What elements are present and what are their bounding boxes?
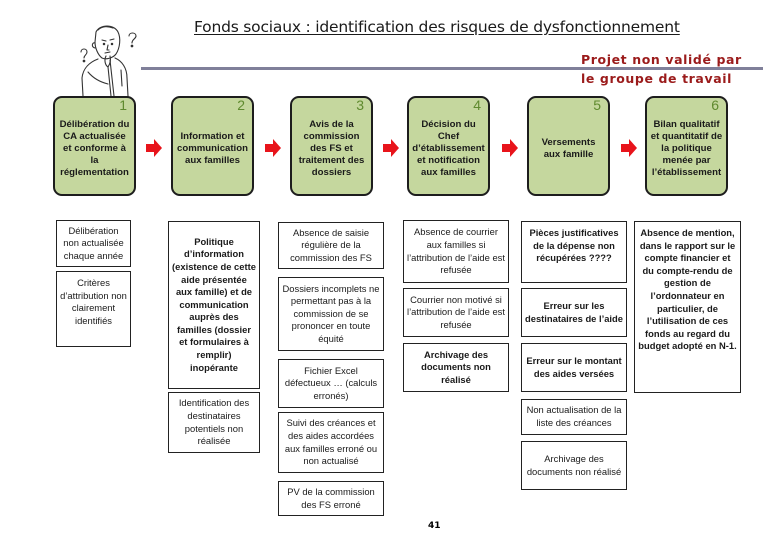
risk-text: Erreur sur le montant des aides versées	[526, 354, 622, 379]
step-label: Versements aux famille	[541, 137, 596, 160]
process-step-6: 6 Bilan qualitatif et quantitatif de la …	[645, 96, 728, 196]
risk-box: Erreur sur les destinataires de l’aide	[521, 288, 627, 337]
draft-stamp: Projet non validé par le groupe de trava…	[581, 50, 742, 88]
risk-text: Dossiers incomplets ne permettant pas à …	[282, 282, 380, 344]
risk-text: Délibération non actualisée chaque année	[63, 224, 124, 261]
page-number: 41	[428, 521, 441, 531]
risk-box: Absence de courrier aux familles si l’at…	[403, 220, 509, 283]
risk-box: Politique d’information (existence de ce…	[168, 221, 260, 389]
risk-text: Archivage des documents non réalisé	[421, 348, 491, 385]
thinking-person-icon	[80, 25, 137, 97]
risk-text: Absence de saisie régulière de la commis…	[290, 226, 372, 263]
red-right-arrow-icon	[621, 139, 637, 157]
risk-text: Pièces justificatives de la dépense non …	[529, 227, 619, 264]
risk-box: Identification des destinataires potenti…	[168, 392, 260, 453]
process-step-2: 2 Information et communication aux famil…	[171, 96, 254, 196]
red-right-arrow-icon	[146, 139, 162, 157]
draft-stamp-line-2: le groupe de travail	[581, 71, 732, 86]
risk-text: Courrier non motivé si l’attribution de …	[407, 293, 505, 330]
red-right-arrow-icon	[265, 139, 281, 157]
step-number: 5	[593, 97, 601, 113]
process-step-5: 5 Versements aux famille	[527, 96, 610, 196]
risk-text: Erreur sur les destinataires de l’aide	[525, 299, 623, 324]
risk-box: Fichier Excel défectueux … (calculs erro…	[278, 359, 384, 408]
step-number: 4	[473, 97, 481, 113]
step-label: Délibération du CA actualisée et conform…	[59, 119, 130, 178]
red-right-arrow-icon	[502, 139, 518, 157]
risk-box: PV de la commission des FS erroné	[278, 481, 384, 516]
process-step-4: 4 Décision du Chef d’établissement et no…	[407, 96, 490, 196]
risk-text: Critères d’attribution non clairement id…	[60, 277, 127, 326]
risk-box: Critères d’attribution non clairement id…	[56, 271, 131, 347]
risk-text: Absence de mention, dans le rapport sur …	[638, 227, 737, 352]
step-number: 3	[356, 97, 364, 113]
risk-box: Dossiers incomplets ne permettant pas à …	[278, 277, 384, 351]
risk-text: Fichier Excel défectueux … (calculs erro…	[284, 364, 378, 401]
step-number: 2	[237, 97, 245, 113]
risk-box: Archivage des documents non réalisé	[521, 441, 627, 490]
risk-text: Identification des destinataires potenti…	[178, 397, 250, 447]
risk-box: Non actualisation de la liste des créanc…	[521, 399, 627, 435]
step-label: Information et communication aux famille…	[177, 131, 248, 166]
step-label: Décision du Chef d’établissement et noti…	[412, 119, 485, 178]
risk-box: Suivi des créances et des aides accordée…	[278, 412, 384, 473]
risk-box: Courrier non motivé si l’attribution de …	[403, 288, 509, 337]
risk-text: Non actualisation de la liste des créanc…	[526, 404, 622, 428]
step-number: 1	[119, 97, 127, 113]
step-label: Bilan qualitatif et quantitatif de la po…	[650, 119, 723, 178]
risk-text: Suivi des créances et des aides accordée…	[284, 417, 378, 467]
risk-text: Politique d’information (existence de ce…	[172, 235, 256, 373]
risk-box: Délibération non actualisée chaque année	[56, 220, 131, 267]
risk-box: Pièces justificatives de la dépense non …	[521, 221, 627, 283]
risk-box: Absence de mention, dans le rapport sur …	[634, 221, 741, 393]
process-step-3: 3 Avis de la commission des FS et traite…	[290, 96, 373, 196]
risk-text: Archivage des documents non réalisé	[526, 452, 622, 477]
red-right-arrow-icon	[383, 139, 399, 157]
risk-text: PV de la commission des FS erroné	[287, 485, 375, 510]
risk-box: Erreur sur le montant des aides versées	[521, 343, 627, 392]
step-label: Avis de la commission des FS et traiteme…	[298, 119, 365, 178]
step-number: 6	[711, 97, 719, 113]
risk-text: Absence de courrier aux familles si l’at…	[407, 226, 505, 276]
risk-box: Absence de saisie régulière de la commis…	[278, 222, 384, 269]
process-step-1: 1 Délibération du CA actualisée et confo…	[53, 96, 136, 196]
risk-box: Archivage des documents non réalisé	[403, 343, 509, 392]
draft-stamp-line-1: Projet non validé par	[581, 52, 742, 67]
page-title: Fonds sociaux : identification des risqu…	[194, 18, 680, 36]
